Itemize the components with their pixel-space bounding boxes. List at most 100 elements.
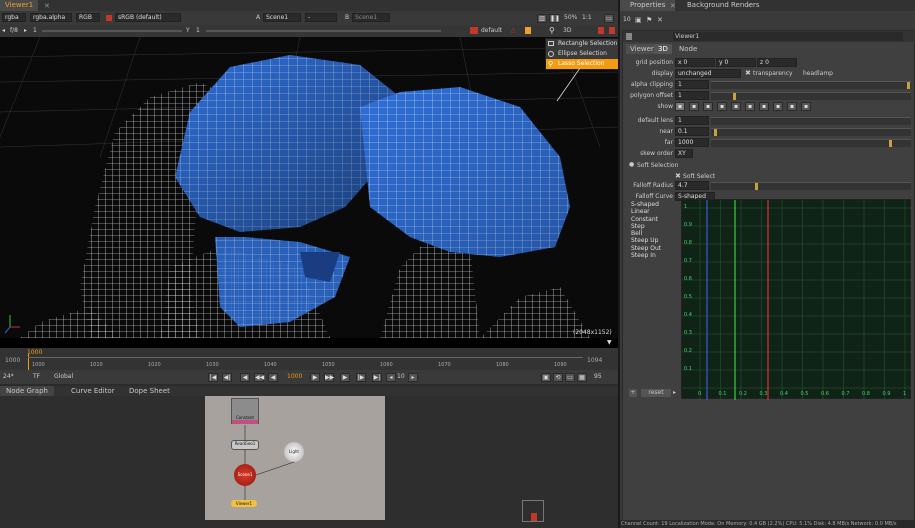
node-name-field[interactable]: Viewer1 — [673, 32, 903, 41]
input-a-select[interactable]: Scene1 — [263, 13, 301, 22]
node-graph-area[interactable]: Constant ReadGeo1 Light Scene1 Viewer1 — [0, 396, 618, 528]
step-value[interactable]: 10 — [397, 373, 405, 380]
show-mode-button[interactable]: ▪ — [801, 102, 811, 111]
timeline-track[interactable] — [28, 357, 583, 358]
play-backward-icon[interactable]: ◀ — [240, 373, 250, 382]
curve-type-item[interactable]: Constant — [631, 216, 681, 223]
close-icon[interactable]: ✕ — [670, 2, 676, 10]
far-field[interactable]: 1000 — [675, 138, 709, 147]
node-graph-canvas[interactable]: Constant ReadGeo1 Light Scene1 Viewer1 — [205, 396, 385, 520]
show-mode-button[interactable]: ▪ — [717, 102, 727, 111]
curve-type-item[interactable]: Step — [631, 223, 681, 230]
pin-icon[interactable]: ⚑ — [646, 16, 652, 24]
clear-icon[interactable]: ✕ — [657, 16, 663, 24]
prev-keyframe-icon[interactable]: ◀| — [222, 373, 232, 382]
show-mode-button[interactable]: ▪ — [787, 102, 797, 111]
fstop-value[interactable]: f/8 — [10, 27, 18, 34]
gain-value[interactable]: 1 — [33, 27, 37, 34]
camera-select[interactable]: default — [481, 27, 502, 34]
view-mode-select[interactable]: 3D — [563, 27, 571, 34]
lock-camera-icon[interactable] — [525, 27, 531, 34]
reset-button[interactable]: reset — [641, 389, 671, 397]
current-frame[interactable]: 1000 — [287, 373, 302, 380]
minimap[interactable] — [522, 500, 544, 522]
falloff-radius-slider[interactable] — [711, 182, 911, 190]
skip-back-icon[interactable]: ◂ — [386, 373, 396, 382]
menu-item-ellipse-selection[interactable]: Ellipse Selection — [546, 49, 624, 59]
goto-start-icon[interactable]: |◀ — [208, 373, 218, 382]
viewport[interactable]: (2048x1152) — [0, 37, 618, 338]
next-frame-icon[interactable]: ▶ — [310, 373, 320, 382]
scope-select[interactable]: Global — [54, 373, 73, 380]
lut-select[interactable]: sRGB (default) — [115, 13, 181, 22]
next-keyframe-icon[interactable]: |▶ — [356, 373, 366, 382]
show-mode-button[interactable]: ▪ — [773, 102, 783, 111]
default-lens-field[interactable]: 1 — [675, 116, 709, 125]
transparency-checkbox[interactable]: ✖ — [745, 69, 751, 77]
blend-mode-select[interactable]: - — [305, 13, 337, 22]
tab-background-renders[interactable]: Background Renders — [682, 0, 765, 10]
alpha-select[interactable]: rgba.alpha — [30, 13, 72, 22]
expand-icon[interactable]: ▼ — [607, 339, 612, 346]
loop-icon[interactable]: ⟲ — [553, 373, 563, 382]
tab-properties[interactable]: Properties — [620, 0, 676, 11]
gamma-slider[interactable] — [206, 30, 441, 32]
grid-x-field[interactable]: x 0 — [675, 58, 715, 67]
grid-z-field[interactable]: z 0 — [757, 58, 797, 67]
paint-icon[interactable] — [598, 27, 604, 34]
show-mode-button[interactable]: ▪ — [731, 102, 741, 111]
colorspace-mode-select[interactable]: RGB — [76, 13, 100, 22]
lock-icon[interactable]: ▣ — [635, 16, 642, 24]
lock-icon[interactable] — [470, 27, 478, 34]
fps-select[interactable]: 24* — [3, 373, 14, 380]
subtab-node[interactable]: Node — [675, 44, 701, 54]
range-icon[interactable]: ▭ — [565, 373, 575, 382]
panel-count[interactable]: 10 — [623, 16, 631, 23]
curve-type-item[interactable]: Steep In — [631, 252, 681, 259]
tab-node-graph[interactable]: Node Graph — [0, 386, 54, 396]
gamma-value[interactable]: 1 — [196, 27, 200, 34]
step-back-icon[interactable]: ◀◀ — [254, 373, 264, 382]
ratio-select[interactable]: 1:1 — [582, 14, 592, 21]
show-mode-button[interactable]: ▪ — [675, 102, 685, 111]
curve-type-item[interactable]: Bell — [631, 230, 681, 237]
curve-type-list[interactable]: S-shaped Linear Constant Step Bell Steep Up St… — [631, 201, 681, 271]
tab-curve-editor[interactable]: Curve Editor — [66, 386, 120, 396]
alpha-clipping-field[interactable]: 1 — [675, 80, 709, 89]
timeline[interactable]: 1000 1000 1000 1010 1020 1030 1040 1050 1060 10… — [0, 348, 618, 370]
show-mode-button[interactable]: ▪ — [745, 102, 755, 111]
roi-icon[interactable]: ▭ — [604, 14, 614, 23]
play-forward-icon[interactable]: ▶ — [340, 373, 350, 382]
near-field[interactable]: 0.1 — [675, 127, 709, 136]
polygon-offset-field[interactable]: 1 — [675, 91, 709, 100]
near-slider[interactable] — [711, 128, 911, 136]
tab-viewer1[interactable]: Viewer1 — [0, 0, 39, 11]
tab-dope-sheet[interactable]: Dope Sheet — [124, 386, 175, 396]
soft-selection-header[interactable]: Soft Selection — [637, 162, 678, 169]
selection-tool-icon[interactable]: ⚲ — [549, 26, 555, 35]
menu-item-rectangle-selection[interactable]: Rectangle Selection — [546, 39, 624, 49]
curve-type-item[interactable]: Steep Up — [631, 237, 681, 244]
soft-selection-toggle-icon[interactable]: ● — [629, 161, 634, 168]
falloff-radius-field[interactable]: 4.7 — [675, 181, 709, 190]
far-slider[interactable] — [711, 139, 911, 147]
show-mode-button[interactable]: ▪ — [759, 102, 769, 111]
collapse-icon[interactable]: ▸ — [673, 389, 676, 396]
skip-forward-icon[interactable]: ▸ — [408, 373, 418, 382]
curve-type-item[interactable]: S-shaped — [631, 201, 681, 208]
tf-select[interactable]: TF — [33, 373, 40, 380]
wipe-icon[interactable]: ▥ — [537, 14, 547, 23]
goto-end-icon[interactable]: ▶| — [372, 373, 382, 382]
channels-select[interactable]: rgba — [2, 13, 26, 22]
display-select[interactable]: unchanged — [675, 69, 741, 78]
cache-icon[interactable]: ▦ — [577, 373, 587, 382]
pause-icon[interactable]: ❚❚ — [549, 14, 560, 23]
curve-type-item[interactable]: Steep Out — [631, 245, 681, 252]
bounce-icon[interactable]: ▣ — [541, 373, 551, 382]
close-icon[interactable]: ✕ — [44, 2, 50, 10]
soft-select-checkbox[interactable]: ✖ — [675, 172, 681, 180]
alpha-clipping-slider[interactable] — [711, 81, 911, 89]
grid-y-field[interactable]: y 0 — [716, 58, 756, 67]
render-icon[interactable] — [609, 27, 615, 34]
skew-order-select[interactable]: XY — [675, 149, 693, 158]
